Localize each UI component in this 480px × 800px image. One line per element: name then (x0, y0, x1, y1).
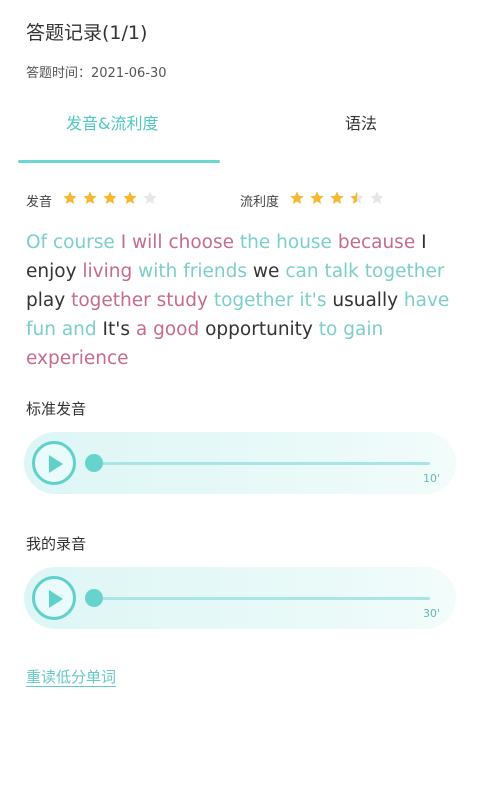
star-icon (83, 191, 97, 204)
progress-thumb[interactable] (85, 589, 103, 607)
my-recording-label: 我的录音 (26, 535, 87, 553)
answer-time-value: 2021-06-30 (91, 66, 167, 81)
sentence-word: opportunity (205, 319, 313, 340)
tab-grammar[interactable]: 语法 (345, 110, 377, 134)
star-icon (310, 191, 324, 204)
fluency-rating-label: 流利度 (240, 194, 280, 210)
play-button[interactable] (32, 576, 76, 620)
sentence-word: can talk together (285, 261, 445, 282)
answer-sentence: Of course I will choose the house becaus… (26, 228, 458, 373)
star-icon (370, 191, 384, 204)
fluency-rating: 流利度 (240, 190, 389, 210)
progress-thumb[interactable] (85, 454, 103, 472)
sentence-word: the house (239, 232, 332, 253)
star-icon (63, 191, 77, 204)
fluency-stars (289, 190, 389, 210)
sentence-word: a good (135, 319, 200, 340)
star-icon (143, 191, 157, 204)
star-icon (290, 191, 304, 204)
sentence-word: play (26, 290, 66, 311)
tab-bar: 发音&流利度 语法 (0, 100, 480, 166)
star-icon (330, 191, 344, 204)
sentence-word: It's (102, 319, 130, 340)
sentence-word: to gain (318, 319, 384, 340)
page-title: 答题记录(1/1) (26, 22, 148, 44)
answer-time: 答题时间：2021-06-30 (26, 62, 167, 81)
sentence-word: we (252, 261, 280, 282)
reread-low-score-words-link[interactable]: 重读低分单词 (26, 666, 116, 687)
sentence-word: Of course (26, 232, 115, 253)
pronunciation-stars (62, 190, 162, 210)
progress-track[interactable] (94, 462, 430, 465)
tab-pronunciation-fluency[interactable]: 发音&流利度 (66, 110, 158, 134)
star-icon (123, 191, 137, 204)
audio-duration: 10' (422, 472, 440, 485)
play-icon (49, 455, 63, 473)
sentence-word: because (337, 232, 416, 253)
progress-track[interactable] (94, 597, 430, 600)
pronunciation-rating-label: 发音 (26, 194, 53, 210)
standard-pronunciation-label: 标准发音 (26, 400, 87, 418)
sentence-word: experience (26, 348, 129, 369)
star-icon (103, 191, 117, 204)
sentence-word: I will choose (120, 232, 235, 253)
sentence-word: living (82, 261, 133, 282)
standard-audio-player: 10' (24, 432, 456, 494)
answer-time-label: 答题时间： (26, 66, 92, 81)
play-button[interactable] (32, 441, 76, 485)
sentence-word: together it's (213, 290, 327, 311)
my-recording-player: 30' (24, 567, 456, 629)
play-icon (49, 590, 63, 608)
sentence-word: usually (332, 290, 399, 311)
sentence-word: together study (71, 290, 208, 311)
sentence-word: with friends (138, 261, 248, 282)
audio-duration: 30' (422, 607, 440, 620)
tab-active-indicator (18, 160, 220, 163)
ratings-row: 发音 流利度 (0, 190, 480, 212)
pronunciation-rating: 发音 (26, 190, 162, 210)
star-icon (350, 191, 364, 204)
